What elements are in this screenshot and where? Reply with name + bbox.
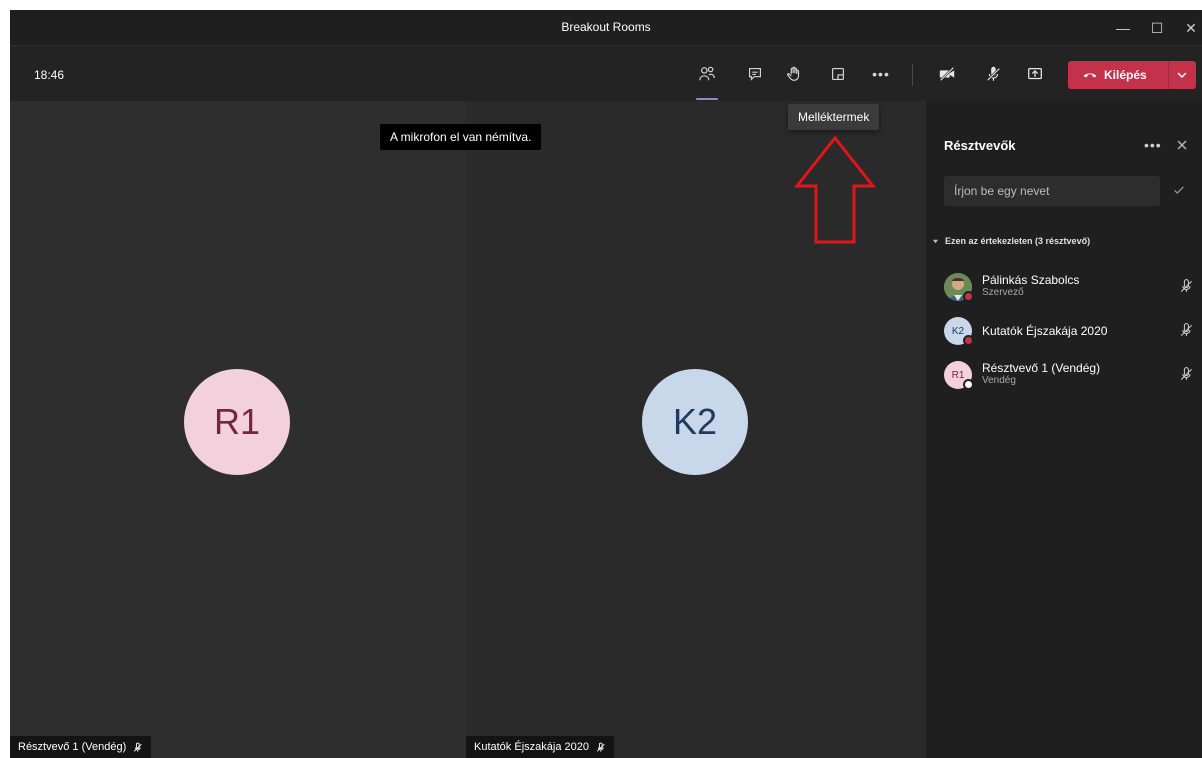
leave-label: Kilépés	[1104, 68, 1147, 82]
leave-divider	[1168, 61, 1169, 89]
participant-tile-r1[interactable]: R1 Résztvevő 1 (Vendég)	[10, 101, 466, 758]
active-tab-indicator	[696, 98, 718, 100]
meeting-section-header[interactable]: Ezen az értekezleten (3 résztvevő)	[932, 236, 1090, 246]
close-window-button[interactable]: ✕	[1176, 16, 1202, 40]
toolbar-divider	[912, 64, 913, 86]
more-actions-button[interactable]: •••	[867, 60, 895, 88]
checkmark-icon[interactable]	[1172, 183, 1186, 197]
participant-row[interactable]: R1 Résztvevő 1 (Vendég) Vendég	[944, 358, 1194, 394]
meeting-toolbar: 18:46 ••• Kilépés	[10, 45, 1202, 101]
microphone-off-icon	[1180, 323, 1192, 336]
camera-off-icon	[939, 66, 955, 82]
tile-name-k2: Kutatók Éjszakája 2020	[474, 741, 589, 753]
share-screen-button[interactable]	[1021, 60, 1049, 88]
breakout-rooms-tooltip: Melléktermek	[788, 104, 880, 130]
avatar-r1: R1	[184, 369, 290, 475]
close-icon[interactable]	[1174, 137, 1190, 153]
participant-role: Vendég	[982, 375, 1016, 386]
microphone-off-icon	[1180, 279, 1192, 292]
window-title: Breakout Rooms	[561, 20, 651, 34]
hand-icon	[787, 66, 800, 81]
participant-name: Résztvevő 1 (Vendég)	[982, 361, 1101, 375]
people-icon	[699, 66, 715, 81]
chevron-down-icon	[932, 239, 939, 243]
participant-row[interactable]: K2 Kutatók Éjszakája 2020	[944, 314, 1194, 350]
presence-badge	[963, 335, 974, 346]
participant-role: Szervező	[982, 287, 1024, 298]
share-screen-icon	[1028, 67, 1042, 80]
video-stage: R1 Résztvevő 1 (Vendég) K2 Kutatók Éjsza…	[10, 101, 926, 758]
chevron-down-icon[interactable]	[1174, 67, 1190, 83]
camera-toggle-button[interactable]	[933, 60, 961, 88]
presence-badge	[963, 379, 974, 390]
avatar-k2: K2	[642, 369, 748, 475]
participants-button[interactable]	[693, 60, 721, 88]
title-bar: Breakout Rooms — ☐ ✕	[10, 10, 1202, 45]
name-tag-r1: Résztvevő 1 (Vendég)	[10, 736, 152, 758]
panel-more-button[interactable]: •••	[1144, 137, 1162, 153]
microphone-toggle-button[interactable]	[979, 60, 1007, 88]
microphone-off-icon	[134, 742, 142, 752]
panel-title: Résztvevők	[944, 138, 1016, 153]
red-arrow-annotation	[794, 136, 876, 244]
participant-name: Kutatók Éjszakája 2020	[982, 324, 1108, 338]
hang-up-icon	[1083, 73, 1097, 78]
microphone-off-icon	[1180, 367, 1192, 380]
tile-name-r1: Résztvevő 1 (Vendég)	[18, 741, 127, 753]
meeting-timer: 18:46	[34, 68, 65, 82]
chat-button[interactable]	[741, 60, 769, 88]
minimize-button[interactable]: —	[1108, 16, 1138, 40]
breakout-rooms-button[interactable]	[824, 60, 852, 88]
presence-badge	[963, 291, 974, 302]
section-label: Ezen az értekezleten (3 résztvevő)	[945, 236, 1091, 246]
participant-row[interactable]: Pálinkás Szabolcs Szervező	[944, 270, 1194, 306]
name-tag-k2: Kutatók Éjszakája 2020	[466, 736, 614, 758]
breakout-rooms-icon	[832, 68, 844, 80]
raise-hand-button[interactable]	[780, 60, 808, 88]
mute-notification: A mikrofon el van némítva.	[380, 124, 542, 150]
participants-panel: Résztvevők ••• Ezen az értekezleten (3 r…	[926, 101, 1202, 758]
maximize-button[interactable]: ☐	[1142, 16, 1172, 40]
search-input[interactable]	[944, 176, 1160, 206]
participant-name: Pálinkás Szabolcs	[982, 273, 1080, 287]
microphone-off-icon	[596, 742, 605, 752]
chat-icon	[749, 68, 761, 81]
leave-button[interactable]: Kilépés	[1068, 61, 1196, 89]
teams-meeting-window: Breakout Rooms — ☐ ✕ 18:46 ••• Kilépés R…	[10, 10, 1202, 758]
microphone-off-icon	[986, 66, 1001, 82]
